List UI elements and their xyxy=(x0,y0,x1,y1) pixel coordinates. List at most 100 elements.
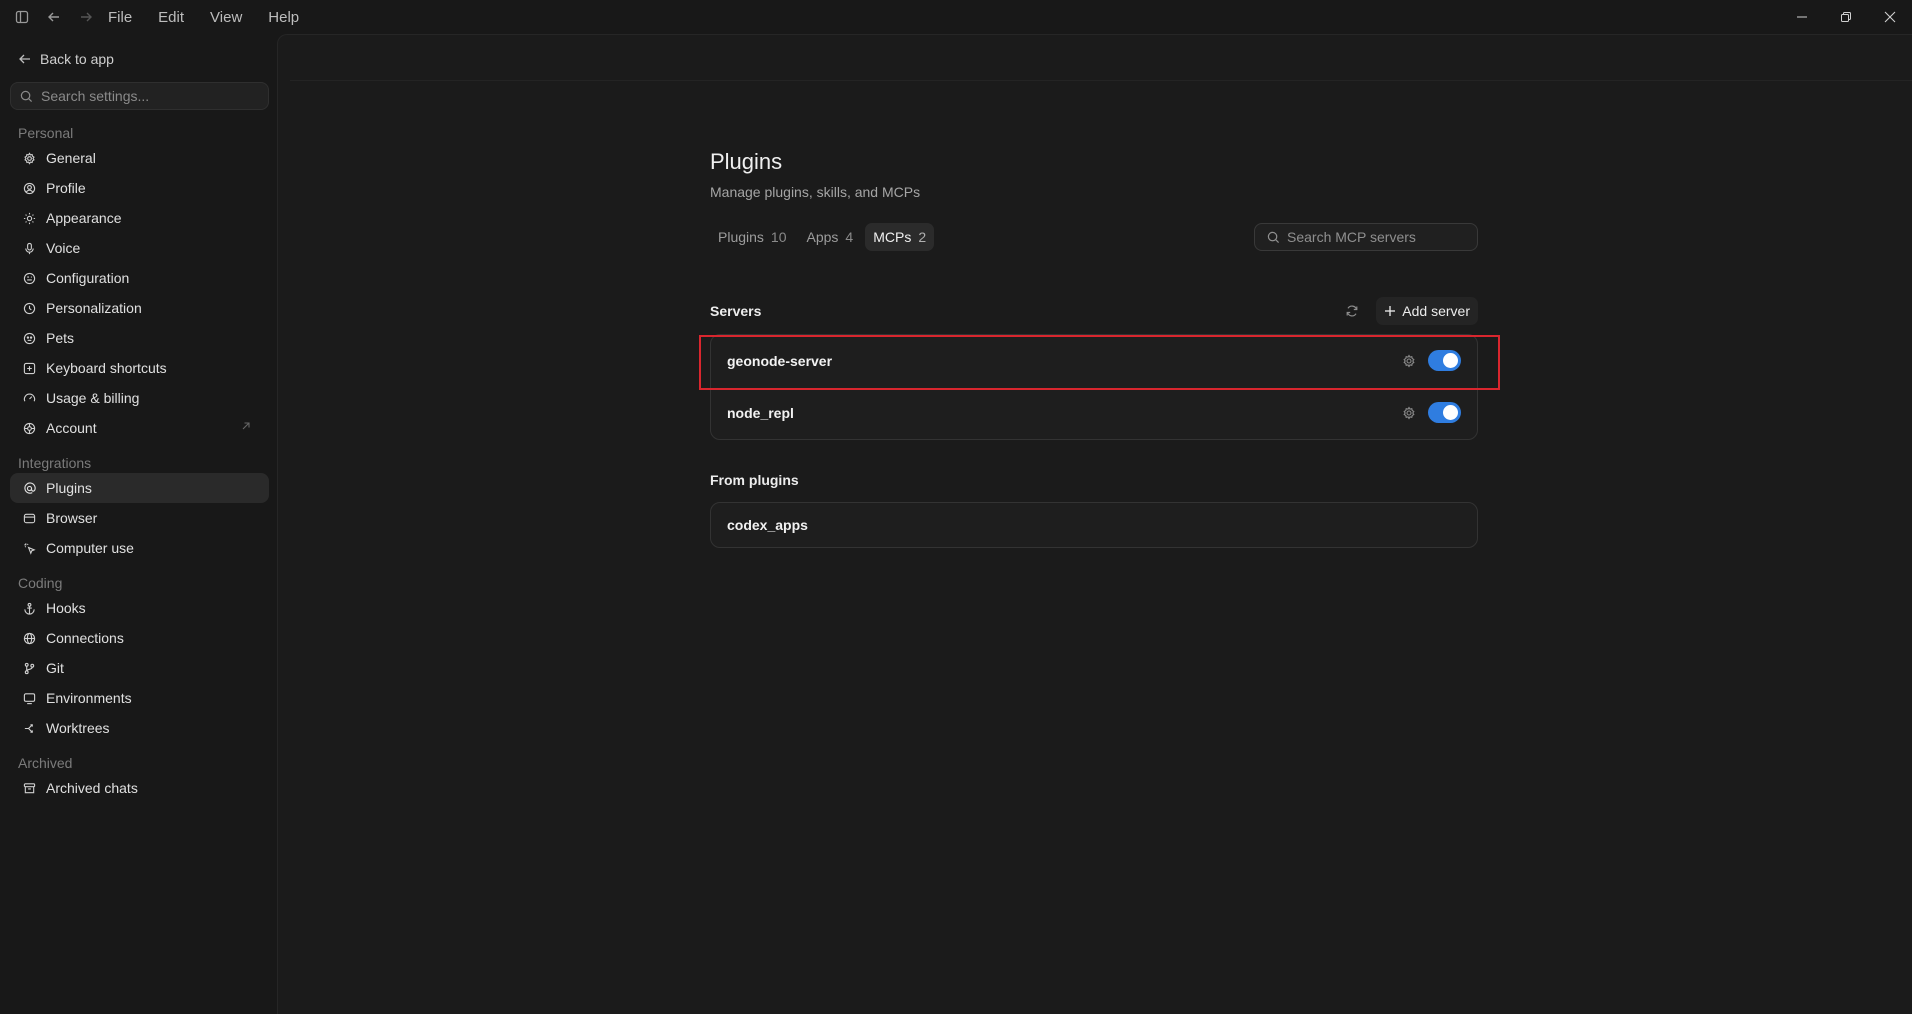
server-enable-toggle[interactable] xyxy=(1428,402,1461,423)
menu-view[interactable]: View xyxy=(210,9,242,26)
sidebar-item-general[interactable]: General xyxy=(10,143,269,173)
menu-help[interactable]: Help xyxy=(268,9,299,26)
sidebar-item-hooks[interactable]: Hooks xyxy=(10,593,269,623)
sidebar-item-connections[interactable]: Connections xyxy=(10,623,269,653)
sidebar-item-label: Appearance xyxy=(46,210,122,226)
user-circle-icon xyxy=(23,182,36,194)
anchor-icon xyxy=(24,602,35,615)
sidebar-item-label: Environments xyxy=(46,690,132,706)
server-enable-toggle[interactable] xyxy=(1428,350,1461,371)
tab-plugins[interactable]: Plugins 10 xyxy=(710,223,795,251)
server-row-codex-apps[interactable]: codex_apps xyxy=(711,503,1477,547)
sidebar-item-environments[interactable]: Environments xyxy=(10,683,269,713)
plugin-server-list: codex_apps xyxy=(710,502,1478,548)
sidebar-item-label: Hooks xyxy=(46,600,86,616)
sidebar-item-keyboard-shortcuts[interactable]: Keyboard shortcuts xyxy=(10,353,269,383)
sidebar-item-git[interactable]: Git xyxy=(10,653,269,683)
tab-count: 10 xyxy=(770,229,787,245)
back-arrow-icon[interactable] xyxy=(44,7,64,27)
section-coding: Coding xyxy=(18,575,63,591)
server-name: geonode-server xyxy=(727,353,833,369)
branch-tree-icon xyxy=(24,723,33,733)
title-bar: File Edit View Help xyxy=(0,0,1912,34)
page-subtitle: Manage plugins, skills, and MCPs xyxy=(710,184,921,200)
tab-count: 4 xyxy=(845,229,854,245)
server-name: node_repl xyxy=(727,405,794,421)
menu-edit[interactable]: Edit xyxy=(158,9,184,26)
settings-cog-icon xyxy=(23,422,36,434)
back-to-app-link[interactable]: Back to app xyxy=(5,44,277,74)
sidebar-item-computer-use[interactable]: Computer use xyxy=(10,533,269,563)
sidebar-item-profile[interactable]: Profile xyxy=(10,173,269,203)
sidebar-toggle-icon[interactable] xyxy=(12,7,32,27)
tab-count: 2 xyxy=(918,229,927,245)
minimize-button[interactable] xyxy=(1780,0,1824,34)
gear-icon xyxy=(24,151,35,165)
settings-sidebar: Back to app Search settings... Personal … xyxy=(5,34,277,1014)
gauge-icon xyxy=(23,393,36,402)
server-row-geonode-server[interactable]: geonode-server xyxy=(699,335,1500,390)
plus-icon xyxy=(1385,306,1396,316)
tab-label: MCPs xyxy=(873,229,912,245)
tabs-row: Plugins 10 Apps 4 MCPs 2 Search MCP serv… xyxy=(710,222,1478,252)
sidebar-item-label: Profile xyxy=(46,180,86,196)
sidebar-item-pets[interactable]: Pets xyxy=(10,323,269,353)
sidebar-item-worktrees[interactable]: Worktrees xyxy=(10,713,269,743)
menu-file[interactable]: File xyxy=(108,9,132,26)
header-divider xyxy=(290,80,1912,81)
toggle-knob xyxy=(1443,405,1458,420)
page-title: Plugins xyxy=(710,149,783,174)
sidebar-item-appearance[interactable]: Appearance xyxy=(10,203,269,233)
at-icon xyxy=(24,481,36,494)
server-settings-button[interactable] xyxy=(1399,351,1419,371)
tab-label: Plugins xyxy=(718,229,764,245)
sidebar-item-archived-chats[interactable]: Archived chats xyxy=(10,773,269,803)
tab-apps[interactable]: Apps 4 xyxy=(799,223,862,251)
cursor-click-icon xyxy=(24,542,36,555)
forward-arrow-icon[interactable] xyxy=(76,7,96,27)
sidebar-item-label: Git xyxy=(46,660,64,676)
server-row-node-repl[interactable]: node_repl xyxy=(711,387,1477,439)
sidebar-item-account[interactable]: Account xyxy=(10,413,269,443)
sidebar-item-label: Personalization xyxy=(46,300,142,316)
tab-mcps[interactable]: MCPs 2 xyxy=(865,223,935,251)
refresh-button[interactable] xyxy=(1340,299,1364,323)
arrow-left-icon xyxy=(19,54,30,64)
section-integrations: Integrations xyxy=(18,455,92,471)
sidebar-item-browser[interactable]: Browser xyxy=(10,503,269,533)
search-icon xyxy=(1267,231,1280,243)
servers-header: Servers Add server xyxy=(710,296,1478,326)
mcp-search-input[interactable]: Search MCP servers xyxy=(1254,223,1478,251)
sidebar-item-plugins[interactable]: Plugins xyxy=(10,473,269,503)
sidebar-item-label: Browser xyxy=(46,510,98,526)
archive-box-icon xyxy=(23,782,36,793)
back-to-app-label: Back to app xyxy=(40,51,114,67)
add-server-button[interactable]: Add server xyxy=(1376,297,1478,325)
sidebar-item-label: Keyboard shortcuts xyxy=(46,360,167,376)
server-settings-button[interactable] xyxy=(1399,403,1419,423)
servers-heading: Servers xyxy=(710,303,762,319)
sliders-icon xyxy=(23,272,36,284)
toggle-knob xyxy=(1443,353,1458,368)
sparkle-icon xyxy=(23,302,36,314)
sidebar-item-configuration[interactable]: Configuration xyxy=(10,263,269,293)
keyboard-icon xyxy=(23,362,36,374)
sidebar-item-label: Configuration xyxy=(46,270,130,286)
sidebar-item-label: Computer use xyxy=(46,540,134,556)
add-server-label: Add server xyxy=(1402,303,1470,319)
sidebar-item-usage-billing[interactable]: Usage & billing xyxy=(10,383,269,413)
close-button[interactable] xyxy=(1868,0,1912,34)
paw-icon xyxy=(23,332,36,344)
tab-label: Apps xyxy=(806,229,839,245)
sidebar-item-label: General xyxy=(46,150,96,166)
sidebar-item-label: Plugins xyxy=(46,480,92,496)
globe-icon xyxy=(23,632,36,644)
servers-actions: Add server xyxy=(1340,296,1478,326)
settings-search-input[interactable]: Search settings... xyxy=(10,82,269,110)
sidebar-item-voice[interactable]: Voice xyxy=(10,233,269,263)
sidebar-item-label: Account xyxy=(46,420,97,436)
sidebar-item-label: Connections xyxy=(46,630,124,646)
sidebar-item-label: Usage & billing xyxy=(46,390,140,406)
sidebar-item-personalization[interactable]: Personalization xyxy=(10,293,269,323)
restore-button[interactable] xyxy=(1824,0,1868,34)
